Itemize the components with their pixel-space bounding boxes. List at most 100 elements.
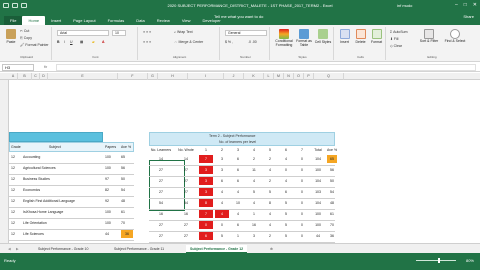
left-avg-cell[interactable]: 36 [121,230,133,238]
column-header-b[interactable]: B [18,73,32,80]
decimal-icon[interactable]: .0 .00 [248,40,257,44]
right-data-cell[interactable]: 6 [199,232,213,240]
right-data-cell[interactable]: 27 [149,166,173,174]
right-data-cell[interactable]: 44 [311,232,325,240]
left-papers-cell[interactable]: 100 [105,164,119,172]
italic-button[interactable]: I [64,40,65,44]
format-painter-button[interactable]: 🖌 Format Painter [20,43,49,47]
conditional-formatting-button[interactable]: Conditional Formatting [273,29,295,47]
copy-button[interactable]: ⎘ Copy [20,36,32,40]
left-subject-cell[interactable]: Accounting [23,153,103,161]
column-header-p[interactable]: P [304,73,314,80]
left-subject-cell[interactable]: English First Additional Language [23,197,103,205]
right-data-cell[interactable]: 2 [247,155,261,163]
right-data-cell[interactable]: 0 [295,199,309,207]
right-data-cell[interactable]: 5 [279,232,293,240]
insert-cells-button[interactable]: Insert [337,29,352,44]
right-data-cell[interactable]: 4 [231,210,245,218]
right-data-cell[interactable]: 11 [247,166,261,174]
right-data-cell[interactable]: 27 [175,221,197,229]
left-avg-cell[interactable]: 56 [121,164,133,172]
column-header-d[interactable]: D [40,73,48,80]
right-data-cell[interactable]: 0 [295,188,309,196]
right-data-cell[interactable]: 27 [149,232,173,240]
left-subject-cell[interactable]: IsiXhosa Home Language [23,208,103,216]
left-subject-cell[interactable]: Life Sciences [23,230,103,238]
right-data-cell[interactable]: 16 [247,221,261,229]
bold-button[interactable]: B [57,40,60,44]
tab-formulas[interactable]: Formulas [102,16,131,25]
tab-home[interactable]: Home [22,16,46,25]
right-data-cell[interactable]: 104 [311,155,325,163]
merge-center-button[interactable]: ⇔ Merge & Center [174,40,203,44]
right-data-cell[interactable]: 56 [327,166,337,174]
column-header-n[interactable]: N [284,73,294,80]
right-data-cell[interactable]: 5 [247,188,261,196]
right-data-cell[interactable]: 27 [175,177,197,185]
right-data-cell[interactable]: 6 [231,221,245,229]
formula-input[interactable] [56,64,476,71]
right-data-cell[interactable]: 3 [247,232,261,240]
right-data-cell[interactable]: 6 [215,177,229,185]
right-data-cell[interactable]: 0 [295,221,309,229]
left-grade-cell[interactable]: 12 [11,153,21,161]
tab-insert[interactable]: Insert [45,16,67,25]
right-data-cell[interactable]: 48 [327,199,337,207]
right-data-cell[interactable]: 0 [295,177,309,185]
left-grade-cell[interactable]: 12 [11,186,21,194]
right-data-cell[interactable]: 100 [311,166,325,174]
right-data-cell[interactable]: 6 [231,177,245,185]
column-header-c[interactable]: C [32,73,40,80]
right-data-cell[interactable]: 6 [279,188,293,196]
currency-icon[interactable]: $ % , [225,40,233,44]
right-data-cell[interactable]: 4 [263,210,277,218]
clear-button[interactable]: ◇ Clear [390,44,402,48]
autosum-button[interactable]: Σ AutoSum [390,30,408,34]
add-sheet-icon[interactable]: ⊕ [266,245,277,253]
zoom-level[interactable]: 80% [466,258,474,263]
left-avg-cell[interactable]: 61 [121,208,133,216]
left-grade-cell[interactable]: 12 [11,164,21,172]
right-data-cell[interactable]: 7 [199,155,213,163]
tab-review[interactable]: Review [151,16,176,25]
find-select-button[interactable]: Find & Select [444,29,466,44]
right-data-cell[interactable]: 5 [279,221,293,229]
left-grade-cell[interactable]: 12 [11,219,21,227]
right-data-cell[interactable]: 0 [199,221,213,229]
tell-me-box[interactable]: Tell me what you want to do [214,14,263,19]
left-grade-cell[interactable]: 12 [11,175,21,183]
right-data-cell[interactable]: 2 [263,232,277,240]
right-data-cell[interactable]: 100 [311,210,325,218]
font-name-select[interactable]: Arial [57,30,109,36]
right-data-cell[interactable]: 36 [327,232,337,240]
align-top-icon[interactable]: ≡ ≡ ≡ [143,30,151,34]
right-data-cell[interactable]: 4 [231,188,245,196]
right-data-cell[interactable]: 50 [327,177,337,185]
right-data-cell[interactable]: 0 [295,210,309,218]
column-header-l[interactable]: L [264,73,274,80]
align-left-icon[interactable]: ≡ ≡ ≡ [143,40,151,44]
undo-icon[interactable] [12,3,18,8]
right-data-cell[interactable]: 4 [215,210,229,218]
name-box[interactable]: H3 [2,64,34,71]
right-data-cell[interactable]: 14 [149,155,173,163]
tab-file[interactable]: File [4,16,23,25]
column-header-m[interactable]: M [274,73,284,80]
right-data-cell[interactable]: 65 [327,155,337,163]
left-subject-cell[interactable]: Life Orientation [23,219,103,227]
right-data-cell[interactable]: 3 [215,166,229,174]
right-data-cell[interactable]: 3 [199,166,213,174]
right-data-cell[interactable]: 27 [175,166,197,174]
column-header-e[interactable]: E [48,73,118,80]
right-data-cell[interactable]: 6 [231,155,245,163]
left-papers-cell[interactable]: 100 [105,153,119,161]
right-data-cell[interactable]: 16 [149,210,173,218]
number-format-select[interactable]: General [225,30,267,36]
right-data-cell[interactable]: 14 [175,155,197,163]
zoom-slider[interactable] [416,258,456,263]
right-data-cell[interactable]: 3 [199,177,213,185]
format-cells-button[interactable]: Format [369,29,384,44]
font-size-select[interactable]: 10 [112,30,126,36]
cut-button[interactable]: ✂ Cut [20,29,29,33]
right-data-cell[interactable]: 0 [295,166,309,174]
